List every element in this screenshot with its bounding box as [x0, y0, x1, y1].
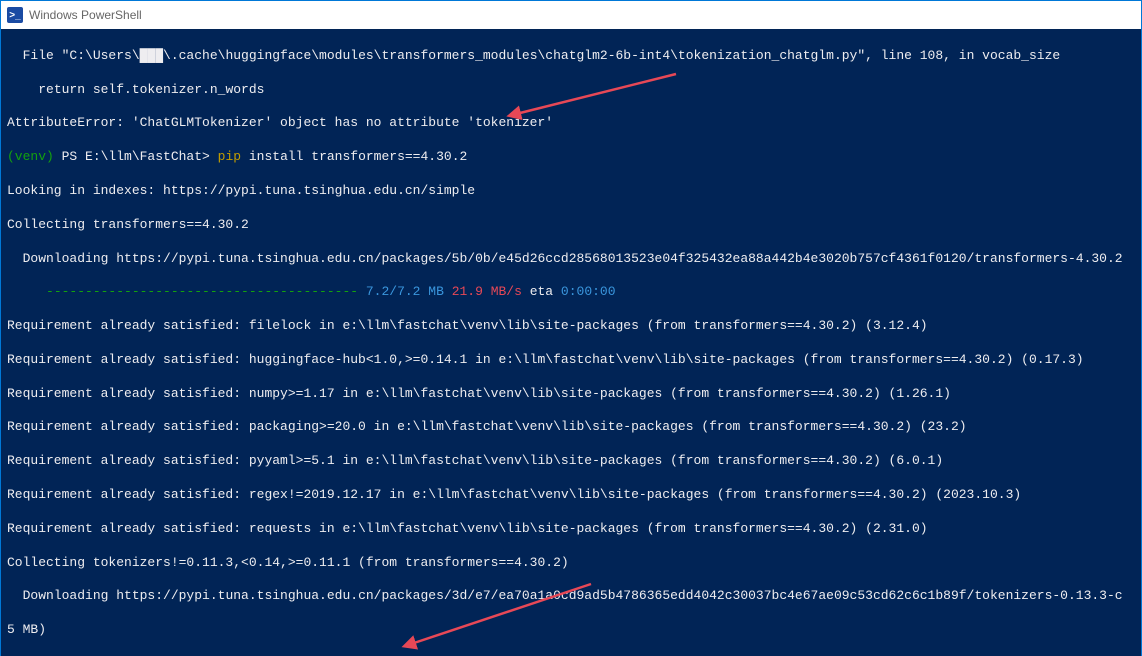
- venv-label: (venv): [7, 149, 62, 164]
- pip-collect-tokenizers: Collecting tokenizers!=0.11.3,<0.14,>=0.…: [7, 555, 1135, 572]
- window-title: Windows PowerShell: [29, 8, 142, 22]
- req-numpy: Requirement already satisfied: numpy>=1.…: [7, 386, 1135, 403]
- traceback-return: return self.tokenizer.n_words: [7, 82, 1135, 99]
- req-pyyaml: Requirement already satisfied: pyyaml>=5…: [7, 453, 1135, 470]
- path-label: E:\llm\FastChat>: [85, 149, 218, 164]
- annotation-arrow-bottom: [401, 559, 601, 656]
- pip-looking: Looking in indexes: https://pypi.tuna.ts…: [7, 183, 1135, 200]
- ps-label: PS: [62, 149, 85, 164]
- attribute-error: AttributeError: 'ChatGLMTokenizer' objec…: [7, 115, 1135, 132]
- window-titlebar[interactable]: >_ Windows PowerShell: [1, 1, 1141, 29]
- req-packaging: Requirement already satisfied: packaging…: [7, 419, 1135, 436]
- req-regex: Requirement already satisfied: regex!=20…: [7, 487, 1135, 504]
- cmd-pip: pip: [218, 149, 249, 164]
- pip-collect-transformers: Collecting transformers==4.30.2: [7, 217, 1135, 234]
- pip-download-tokenizers: Downloading https://pypi.tuna.tsinghua.e…: [7, 588, 1135, 605]
- pip-download-tokenizers-2: 5 MB): [7, 622, 1135, 639]
- progress-bar-1: ----------------------------------------…: [7, 284, 1135, 301]
- cmd-install: install transformers==4.30.2: [249, 149, 467, 164]
- req-requests: Requirement already satisfied: requests …: [7, 521, 1135, 538]
- prompt-line-1: (venv) PS E:\llm\FastChat> pip install t…: [7, 149, 1135, 166]
- req-hub: Requirement already satisfied: huggingfa…: [7, 352, 1135, 369]
- req-filelock: Requirement already satisfied: filelock …: [7, 318, 1135, 335]
- terminal-body[interactable]: File "C:\Users\███\.cache\huggingface\mo…: [1, 29, 1141, 656]
- powershell-icon: >_: [7, 7, 23, 23]
- pip-download-transformers: Downloading https://pypi.tuna.tsinghua.e…: [7, 251, 1135, 268]
- traceback-file: File "C:\Users\███\.cache\huggingface\mo…: [7, 48, 1135, 65]
